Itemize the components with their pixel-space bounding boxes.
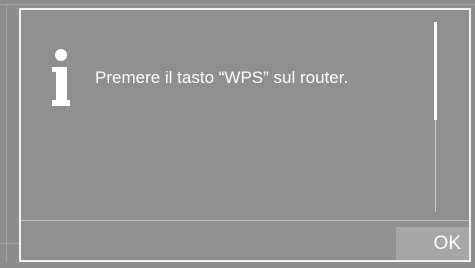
info-icon [52,49,70,106]
dialog-message: Premere il tasto “WPS” sul router. [95,68,349,87]
scrollbar-thumb[interactable] [434,22,437,120]
background-divider [0,243,20,244]
dialog-divider [21,220,469,221]
device-screen: Premere il tasto “WPS” sul router. OK [0,0,475,268]
background-divider [6,4,7,262]
background-divider [0,4,475,5]
ok-button[interactable]: OK [396,227,469,260]
info-dialog: Premere il tasto “WPS” sul router. OK [19,8,471,262]
